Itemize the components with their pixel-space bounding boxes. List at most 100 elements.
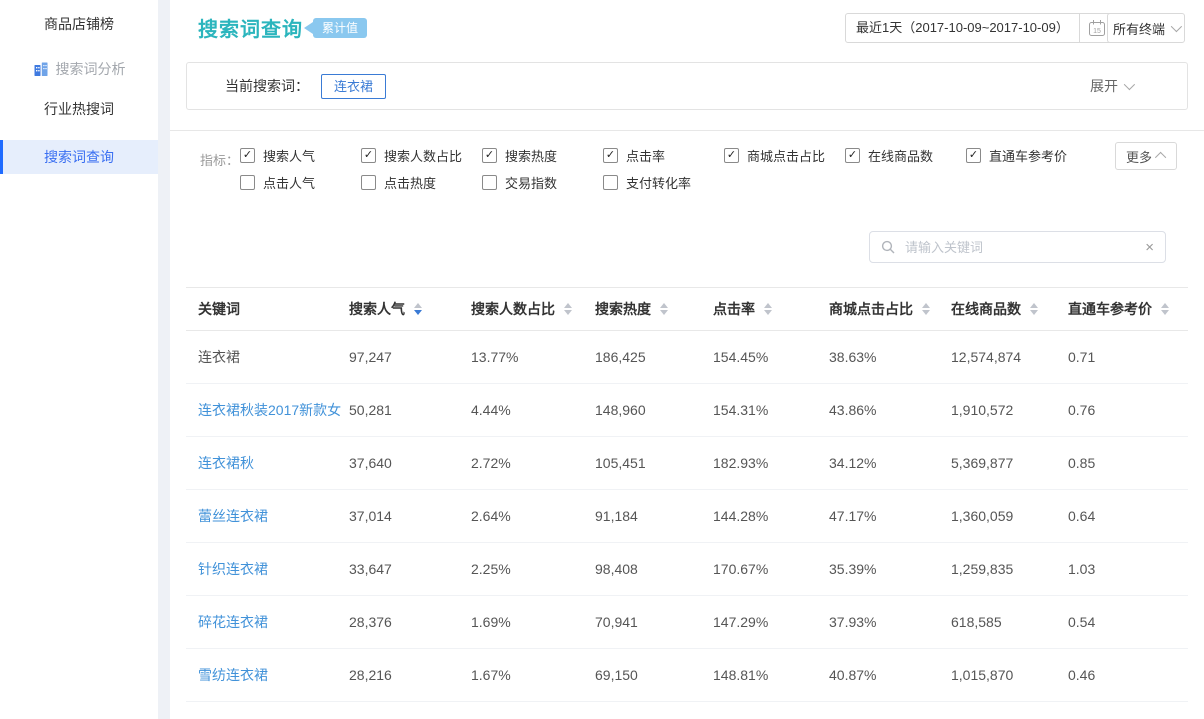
metric-checkbox-1-1[interactable]: ✓ 搜索人数占比	[361, 146, 482, 165]
sidebar-item-3-active[interactable]: 搜索词查询	[0, 140, 158, 174]
value-cell-0: 50,281	[349, 402, 471, 418]
more-button[interactable]: 更多	[1115, 142, 1177, 170]
sort-arrows-icon[interactable]	[764, 303, 772, 315]
checkbox-unchecked-icon[interactable]	[240, 175, 255, 190]
keyword-link[interactable]: 连衣裙秋	[198, 453, 254, 473]
date-range-picker[interactable]: 最近1天（2017-10-09~2017-10-09） 15	[845, 13, 1115, 43]
checkbox-checked-icon[interactable]: ✓	[603, 148, 618, 163]
value-cell-1: 1.69%	[471, 614, 595, 630]
keyword-link[interactable]: 连衣裙秋装2017新款女	[198, 400, 341, 420]
sort-arrows-icon[interactable]	[660, 303, 668, 315]
table-column-header-2[interactable]: 搜索人数占比	[471, 299, 595, 319]
sidebar-item-0[interactable]: 商品店铺榜	[0, 7, 158, 41]
more-label: 更多	[1126, 147, 1152, 166]
sidebar-item-2[interactable]: 行业热搜词	[0, 92, 158, 126]
metric-checkbox-2-0[interactable]: 点击人气	[240, 173, 361, 192]
checkbox-checked-icon[interactable]: ✓	[361, 148, 376, 163]
checkbox-unchecked-icon[interactable]	[361, 175, 376, 190]
value-cell-0: 33,647	[349, 561, 471, 577]
terminal-dropdown-value: 所有终端	[1113, 19, 1165, 38]
table-column-header-1[interactable]: 搜索人气	[349, 299, 471, 319]
value-cell-6: 0.76	[1068, 402, 1188, 418]
checkbox-checked-icon[interactable]: ✓	[724, 148, 739, 163]
metric-checkbox-1-5[interactable]: ✓在线商品数	[845, 146, 966, 165]
checkbox-checked-icon[interactable]: ✓	[966, 148, 981, 163]
keyword-search-box[interactable]: ×	[869, 231, 1166, 263]
value-cell-1: 1.67%	[471, 667, 595, 683]
table-column-header-0: 关键词	[186, 299, 349, 319]
value-cell-2: 148,960	[595, 402, 713, 418]
sort-arrows-icon[interactable]	[564, 303, 572, 315]
keyword-link[interactable]: 针织连衣裙	[198, 559, 268, 579]
table-row-4: 针织连衣裙33,6472.25%98,408170.67%35.39%1,259…	[186, 543, 1188, 596]
metric-checkbox-2-1[interactable]: 点击热度	[361, 173, 482, 192]
table-column-header-3[interactable]: 搜索热度	[595, 299, 713, 319]
metric-checkbox-label: 交易指数	[505, 173, 557, 192]
checkbox-checked-icon[interactable]: ✓	[240, 148, 255, 163]
terminal-dropdown[interactable]: 所有终端	[1107, 13, 1185, 43]
metric-checkbox-1-6[interactable]: ✓直通车参考价	[966, 146, 1087, 165]
sort-arrows-icon[interactable]	[414, 303, 422, 315]
column-header-label: 点击率	[713, 299, 755, 319]
metrics-checkbox-row-2: 点击人气 点击热度 交易指数 支付转化率	[240, 173, 724, 192]
metric-checkbox-label: 点击率	[626, 146, 665, 165]
svg-text:15: 15	[1093, 28, 1101, 35]
value-cell-6: 0.46	[1068, 667, 1188, 683]
checkbox-unchecked-icon[interactable]	[482, 175, 497, 190]
checkbox-checked-icon[interactable]: ✓	[482, 148, 497, 163]
value-cell-6: 0.54	[1068, 614, 1188, 630]
value-cell-5: 1,259,835	[951, 561, 1068, 577]
sidebar-item-label: 商品店铺榜	[44, 14, 114, 34]
value-cell-0: 28,376	[349, 614, 471, 630]
keywords-table: 关键词 搜索人气搜索人数占比搜索热度点击率 商城点击占比在线商品数直通车参考价 连衣…	[186, 287, 1188, 702]
keyword-cell: 针织连衣裙	[186, 559, 349, 579]
value-cell-1: 2.72%	[471, 455, 595, 471]
table-column-header-7[interactable]: 直通车参考价	[1068, 299, 1188, 319]
expand-label: 展开	[1090, 76, 1118, 96]
value-cell-3: 147.29%	[713, 614, 829, 630]
keyword-link[interactable]: 碎花连衣裙	[198, 612, 268, 632]
value-cell-2: 98,408	[595, 561, 713, 577]
keyword-link[interactable]: 雪纺连衣裙	[198, 665, 268, 685]
keyword-cell: 碎花连衣裙	[186, 612, 349, 632]
metric-checkbox-1-2[interactable]: ✓搜索热度	[482, 146, 603, 165]
metric-checkbox-2-2[interactable]: 交易指数	[482, 173, 603, 192]
value-cell-5: 1,015,870	[951, 667, 1068, 683]
value-cell-3: 154.45%	[713, 349, 829, 365]
checkbox-unchecked-icon[interactable]	[603, 175, 618, 190]
current-word-chip[interactable]: 连衣裙	[321, 74, 386, 99]
value-cell-5: 12,574,874	[951, 349, 1068, 365]
checkbox-checked-icon[interactable]: ✓	[845, 148, 860, 163]
column-header-label: 直通车参考价	[1068, 299, 1152, 319]
keyword-cell: 连衣裙秋装2017新款女	[186, 400, 349, 420]
value-cell-1: 2.25%	[471, 561, 595, 577]
value-cell-4: 34.12%	[829, 455, 951, 471]
date-range-text[interactable]: 最近1天（2017-10-09~2017-10-09）	[846, 14, 1079, 42]
metric-checkbox-label: 点击人气	[263, 173, 315, 192]
keyword-link[interactable]: 蕾丝连衣裙	[198, 506, 268, 526]
sort-arrows-icon[interactable]	[1030, 303, 1038, 315]
metric-checkbox-1-0[interactable]: ✓搜索人气	[240, 146, 361, 165]
current-word-label: 当前搜索词：	[225, 76, 309, 96]
keyword-search-input[interactable]	[903, 239, 1137, 256]
table-column-header-6[interactable]: 在线商品数	[951, 299, 1068, 319]
table-row-2: 连衣裙秋37,6402.72%105,451182.93%34.12%5,369…	[186, 437, 1188, 490]
sidebar-item-label: 搜索词分析	[56, 59, 126, 79]
clear-icon[interactable]: ×	[1145, 240, 1154, 255]
metric-checkbox-2-3[interactable]: 支付转化率	[603, 173, 724, 192]
chevron-down-icon	[1171, 21, 1182, 32]
table-column-header-5[interactable]: 商城点击占比	[829, 299, 951, 319]
cumulative-badge: 累计值	[304, 18, 367, 38]
table-column-header-4[interactable]: 点击率	[713, 299, 829, 319]
expand-button[interactable]: 展开	[1090, 76, 1132, 96]
current-search-word-panel: 当前搜索词： 连衣裙 展开	[186, 62, 1188, 110]
column-header-label: 关键词	[198, 299, 240, 319]
metric-checkbox-1-4[interactable]: ✓商城点击占比	[724, 146, 845, 165]
sort-arrows-icon[interactable]	[1161, 303, 1169, 315]
chevron-up-icon	[1155, 152, 1166, 163]
metric-checkbox-1-3[interactable]: ✓ 点击率	[603, 146, 724, 165]
sort-arrows-icon[interactable]	[922, 303, 930, 315]
metric-checkbox-label: 搜索人数占比	[384, 146, 462, 165]
sidebar-item-1: 搜索词分析	[0, 52, 158, 86]
value-cell-1: 2.64%	[471, 508, 595, 524]
